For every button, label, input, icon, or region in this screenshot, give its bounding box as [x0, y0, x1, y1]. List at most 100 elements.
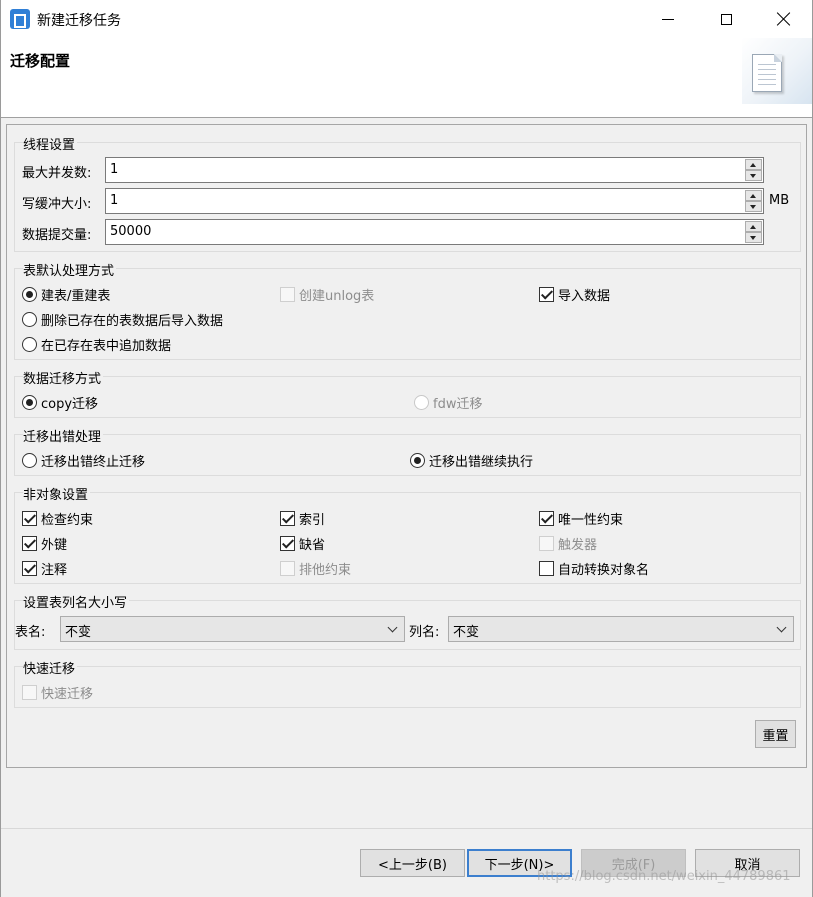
migration-method-title: 数据迁移方式	[23, 368, 104, 387]
write-buffer-value[interactable]: 1	[110, 193, 118, 208]
maximize-icon	[720, 13, 732, 25]
radio-unchecked-icon[interactable]	[22, 336, 37, 352]
minimize-button[interactable]	[639, 0, 697, 38]
checkbox-checked-icon[interactable]	[539, 286, 554, 302]
prev-button[interactable]: <上一步(B)	[360, 849, 465, 877]
column-name-label: 列名:	[409, 625, 440, 640]
spin-down-icon[interactable]	[745, 232, 762, 243]
spin-up-icon[interactable]	[745, 159, 762, 170]
checkbox-comment-label: 注释	[41, 562, 68, 578]
checkbox-checked-icon[interactable]	[539, 510, 554, 526]
checkbox-create-unlog-label: 创建unlog表	[299, 288, 375, 304]
commit-size-label: 数据提交量:	[22, 228, 92, 243]
max-concurrency-label: 最大并发数:	[22, 166, 92, 181]
radio-error-continue[interactable]: 迁移出错继续执行	[410, 450, 533, 470]
table-default-group: 表默认处理方式 建表/重建表 删除已存在的表数据后导入数据 在已存在表中追加数据…	[14, 260, 801, 360]
radio-checked-icon[interactable]	[410, 452, 425, 468]
page-title: 迁移配置	[10, 52, 71, 70]
checkbox-disabled-icon	[539, 535, 554, 551]
radio-checked-icon[interactable]	[22, 394, 37, 410]
write-buffer-spinner[interactable]: 1	[105, 188, 764, 214]
reset-button[interactable]: 重置	[755, 720, 796, 748]
checkbox-checked-icon[interactable]	[22, 510, 37, 526]
radio-copy-migration-label: copy迁移	[41, 396, 99, 412]
radio-unchecked-icon[interactable]	[22, 452, 37, 468]
column-name-select[interactable]: 不变	[448, 616, 794, 642]
maximize-button[interactable]	[697, 0, 755, 38]
fast-migration-group: 快速迁移 快速迁移	[14, 658, 801, 708]
checkbox-index[interactable]: 索引	[280, 508, 325, 528]
spin-up-icon[interactable]	[745, 221, 762, 232]
thread-settings-group: 线程设置 最大并发数: 1 写缓冲大小: 1 MB 数据提交量: 50000	[14, 134, 801, 252]
checkbox-unchecked-icon[interactable]	[539, 560, 554, 576]
watermark: https://blog.csdn.net/weixin_44789861	[537, 869, 791, 884]
write-buffer-label: 写缓冲大小:	[22, 197, 92, 212]
checkbox-checked-icon[interactable]	[22, 560, 37, 576]
error-handling-group: 迁移出错处理 迁移出错终止迁移 迁移出错继续执行	[14, 426, 801, 476]
checkbox-default[interactable]: 缺省	[280, 533, 325, 553]
checkbox-import-data-label: 导入数据	[558, 288, 611, 304]
checkbox-create-unlog: 创建unlog表	[280, 284, 374, 304]
checkbox-unique-constraint-label: 唯一性约束	[558, 512, 624, 528]
checkbox-comment[interactable]: 注释	[22, 558, 67, 578]
max-concurrency-spinner[interactable]: 1	[105, 157, 764, 183]
migration-method-group: 数据迁移方式 copy迁移 fdw迁移	[14, 368, 801, 418]
checkbox-check-constraint[interactable]: 检查约束	[22, 508, 93, 528]
fast-migration-title: 快速迁移	[23, 658, 78, 677]
radio-append-data[interactable]: 在已存在表中追加数据	[22, 334, 171, 354]
radio-unchecked-icon[interactable]	[22, 311, 37, 327]
checkbox-auto-rename-label: 自动转换对象名	[558, 562, 650, 578]
checkbox-trigger: 触发器	[539, 533, 597, 553]
radio-disabled-icon	[414, 394, 429, 410]
spin-down-icon[interactable]	[745, 170, 762, 181]
case-settings-title: 设置表列名大小写	[23, 592, 130, 611]
checkbox-checked-icon[interactable]	[280, 535, 295, 551]
table-name-select[interactable]: 不变	[60, 616, 405, 642]
non-object-title: 非对象设置	[23, 484, 91, 503]
close-button[interactable]	[755, 0, 813, 38]
spin-up-icon[interactable]	[745, 190, 762, 201]
checkbox-unique-constraint[interactable]: 唯一性约束	[539, 508, 623, 528]
write-buffer-unit: MB	[769, 193, 790, 208]
wizard-header: 迁移配置	[0, 38, 813, 118]
radio-checked-icon[interactable]	[22, 286, 37, 302]
checkbox-check-constraint-label: 检查约束	[41, 512, 94, 528]
checkbox-foreign-key-label: 外键	[41, 537, 68, 553]
error-handling-title: 迁移出错处理	[23, 426, 104, 445]
checkbox-auto-rename[interactable]: 自动转换对象名	[539, 558, 649, 578]
radio-create-table[interactable]: 建表/重建表	[22, 284, 110, 304]
radio-truncate-import[interactable]: 删除已存在的表数据后导入数据	[22, 309, 223, 329]
document-icon	[752, 54, 782, 92]
chevron-down-icon[interactable]	[777, 625, 787, 635]
checkbox-import-data[interactable]: 导入数据	[539, 284, 610, 304]
checkbox-default-label: 缺省	[299, 537, 326, 553]
content-panel: 线程设置 最大并发数: 1 写缓冲大小: 1 MB 数据提交量: 50000 表…	[6, 124, 807, 768]
checkbox-foreign-key[interactable]: 外键	[22, 533, 67, 553]
app-icon	[10, 9, 30, 29]
checkbox-fast-migration-label: 快速迁移	[41, 686, 94, 702]
radio-append-data-label: 在已存在表中追加数据	[41, 338, 172, 354]
checkbox-checked-icon[interactable]	[280, 510, 295, 526]
radio-error-stop[interactable]: 迁移出错终止迁移	[22, 450, 145, 470]
checkbox-exclusion-constraint-label: 排他约束	[299, 562, 352, 578]
table-name-value: 不变	[65, 625, 92, 640]
radio-fdw-migration: fdw迁移	[414, 392, 482, 412]
non-object-group: 非对象设置 检查约束 索引 唯一性约束 外键 缺省 触发器 注释 排他约束 自动…	[14, 484, 801, 584]
checkbox-checked-icon[interactable]	[22, 535, 37, 551]
close-icon	[777, 12, 791, 26]
header-banner	[742, 38, 812, 104]
radio-copy-migration[interactable]: copy迁移	[22, 392, 98, 412]
thread-settings-title: 线程设置	[23, 134, 78, 153]
column-name-value: 不变	[453, 625, 480, 640]
window-title: 新建迁移任务	[37, 13, 121, 29]
checkbox-exclusion-constraint: 排他约束	[280, 558, 351, 578]
checkbox-index-label: 索引	[299, 512, 326, 528]
radio-error-stop-label: 迁移出错终止迁移	[41, 454, 146, 470]
checkbox-disabled-icon	[22, 684, 37, 700]
commit-size-value[interactable]: 50000	[110, 224, 151, 239]
max-concurrency-value[interactable]: 1	[110, 162, 118, 177]
chevron-down-icon[interactable]	[388, 625, 398, 635]
commit-size-spinner[interactable]: 50000	[105, 219, 764, 245]
case-settings-group: 设置表列名大小写 表名: 不变 列名: 不变	[14, 592, 801, 650]
spin-down-icon[interactable]	[745, 201, 762, 212]
